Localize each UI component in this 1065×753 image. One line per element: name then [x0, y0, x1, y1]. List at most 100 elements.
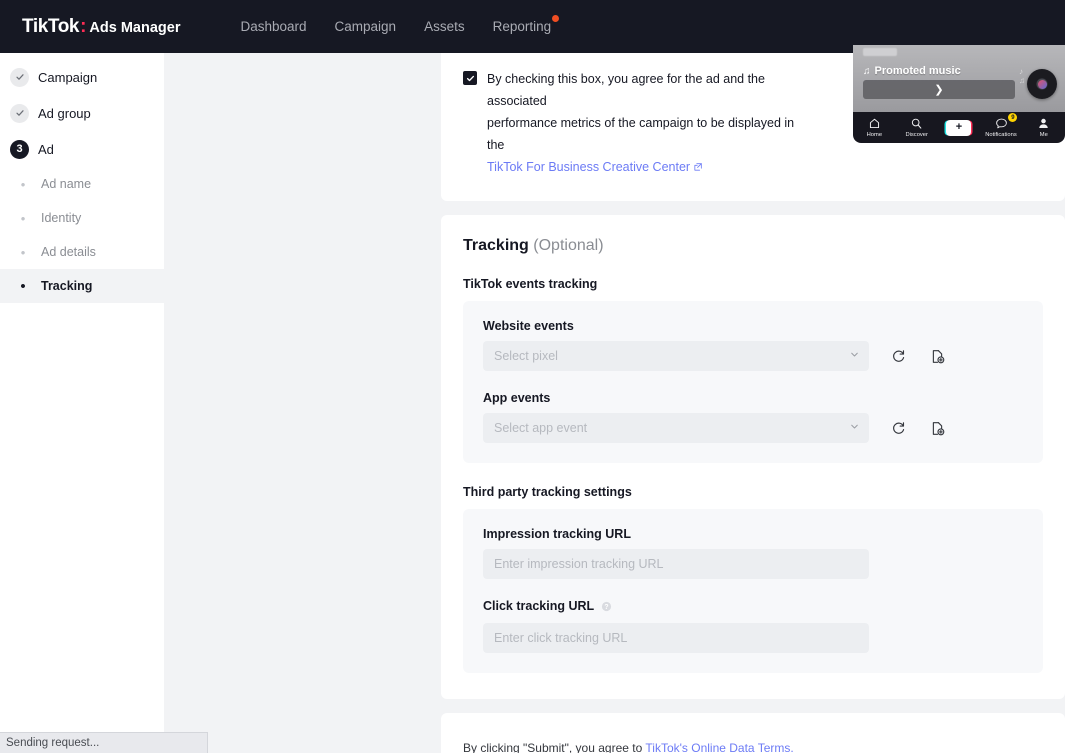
status-text: Sending request...: [6, 737, 99, 749]
nav-item-campaign[interactable]: Campaign: [321, 13, 411, 40]
pixel-select[interactable]: Select pixel: [483, 341, 869, 371]
nav-item-dashboard-label: Dashboard: [240, 19, 306, 34]
nav-item-assets[interactable]: Assets: [410, 13, 479, 40]
preview-tab-create[interactable]: +: [939, 120, 979, 136]
floating-notes-icon: ♪♫: [1019, 67, 1025, 85]
preview-tab-discover-label: Discover: [905, 132, 927, 138]
bullet-icon: •: [14, 178, 32, 191]
sidebar-item-ad-details-label: Ad details: [41, 245, 96, 259]
external-link-icon[interactable]: [693, 158, 703, 180]
sidebar-item-tracking[interactable]: • Tracking: [0, 269, 164, 303]
terms-card: By clicking "Submit", you agree to TikTo…: [441, 713, 1065, 753]
vinyl-record-icon: [1027, 69, 1057, 99]
music-note-icon: ♫: [863, 66, 871, 77]
sidebar-step-ad-label: Ad: [38, 142, 54, 157]
third-party-tracking-box: Impression tracking URL Click tracking U…: [463, 509, 1043, 673]
chevron-right-icon: ❯: [934, 83, 943, 96]
preview-video-area: ♫ Promoted music ❯ ♪♫: [853, 45, 1065, 112]
sidebar-step-campaign[interactable]: Campaign: [0, 59, 164, 95]
app-event-select-value: Select app event: [494, 421, 587, 435]
sidebar-item-identity[interactable]: • Identity: [0, 201, 164, 235]
preview-tab-me[interactable]: Me: [1024, 117, 1064, 138]
pixel-select-value: Select pixel: [494, 349, 558, 363]
bullet-icon: •: [14, 246, 32, 259]
chevron-down-icon: [849, 419, 860, 437]
bullet-icon: •: [14, 212, 32, 225]
sidebar-item-ad-details[interactable]: • Ad details: [0, 235, 164, 269]
creative-center-link[interactable]: TikTok For Business Creative Center: [487, 160, 690, 174]
tracking-card: Tracking (Optional) TikTok events tracki…: [441, 215, 1065, 699]
inbox-icon: [995, 117, 1008, 130]
form-column: By checking this box, you agree for the …: [441, 53, 1065, 753]
app-events-row: Select app event: [483, 413, 1023, 443]
nav-item-reporting[interactable]: Reporting: [479, 13, 566, 40]
third-party-tracking-label: Third party tracking settings: [463, 485, 1043, 499]
impression-tracking-url-input[interactable]: [483, 549, 869, 579]
app-event-select[interactable]: Select app event: [483, 413, 869, 443]
bullet-icon: •: [14, 279, 32, 294]
sidebar-step-ad-group-label: Ad group: [38, 106, 91, 121]
refresh-app-event-icon[interactable]: [888, 418, 908, 438]
help-icon[interactable]: ?: [601, 601, 612, 615]
preview-tab-home-label: Home: [866, 132, 881, 138]
notification-dot-icon: [552, 15, 559, 22]
sponsored-badge: [863, 48, 897, 56]
tiktok-events-box: Website events Select pixel: [463, 301, 1043, 463]
click-tracking-url-input[interactable]: [483, 623, 869, 653]
nav-links: Dashboard Campaign Assets Reporting: [226, 13, 565, 40]
nav-item-reporting-label: Reporting: [493, 19, 552, 34]
sidebar-step-ad-group[interactable]: Ad group: [0, 95, 164, 131]
brand-logo[interactable]: TikTok : Ads Manager: [22, 16, 180, 38]
brand-ads-manager-text: Ads Manager: [89, 20, 180, 36]
plus-icon[interactable]: +: [946, 120, 971, 136]
preview-tab-me-label: Me: [1040, 132, 1048, 138]
sidebar-item-tracking-label: Tracking: [41, 279, 92, 293]
tiktok-events-tracking-label: TikTok events tracking: [463, 277, 1043, 291]
preview-cta-button[interactable]: ❯: [863, 80, 1015, 99]
preview-tab-notifications-label: Notifications: [986, 132, 1017, 138]
ad-preview-panel: ♫ Promoted music ❯ ♪♫ Home: [853, 45, 1065, 143]
preview-tab-home[interactable]: Home: [854, 117, 894, 138]
step-number-badge: 3: [10, 140, 29, 159]
consent-text: By checking this box, you agree for the …: [487, 69, 797, 179]
check-icon: [10, 68, 29, 87]
sidebar-item-identity-label: Identity: [41, 211, 81, 225]
online-data-terms-link[interactable]: TikTok's Online Data Terms.: [645, 741, 793, 753]
app-events-label: App events: [483, 391, 1023, 405]
brand-tiktok-text: TikTok: [22, 16, 79, 38]
tiktok-ads-manager-page: TikTok : Ads Manager Dashboard Campaign …: [0, 0, 1065, 753]
home-icon: [868, 117, 881, 130]
website-events-label: Website events: [483, 319, 1023, 333]
tracking-optional-text: (Optional): [533, 237, 603, 254]
impression-url-row: [483, 549, 1023, 579]
chevron-down-icon: [849, 347, 860, 365]
tracking-section-title: Tracking (Optional): [463, 237, 1043, 255]
wizard-sidebar: Campaign Ad group 3 Ad • Ad name • Ident…: [0, 53, 164, 753]
sidebar-item-ad-name[interactable]: • Ad name: [0, 167, 164, 201]
impression-tracking-url-label: Impression tracking URL: [483, 527, 1023, 541]
website-events-row: Select pixel: [483, 341, 1023, 371]
preview-tab-discover[interactable]: Discover: [897, 117, 937, 138]
promoted-music-label: Promoted music: [875, 65, 961, 77]
preview-tab-bar: Home Discover + 9 Notifications: [853, 112, 1065, 143]
browser-status-bar: Sending request...: [0, 732, 208, 753]
sidebar-step-campaign-label: Campaign: [38, 70, 97, 85]
search-icon: [910, 117, 923, 130]
vinyl-center: [1038, 80, 1047, 89]
nav-item-assets-label: Assets: [424, 19, 465, 34]
terms-text: By clicking "Submit", you agree to TikTo…: [463, 741, 1043, 753]
click-url-row: [483, 623, 1023, 653]
refresh-pixel-icon[interactable]: [888, 346, 908, 366]
creative-center-checkbox[interactable]: [463, 71, 477, 85]
profile-icon: [1037, 117, 1050, 130]
nav-item-campaign-label: Campaign: [335, 19, 397, 34]
promoted-music-row: ♫ Promoted music: [863, 65, 961, 77]
create-app-event-icon[interactable]: [927, 418, 947, 438]
preview-tab-notifications[interactable]: 9 Notifications: [981, 117, 1021, 138]
svg-text:?: ?: [605, 604, 609, 611]
sidebar-item-ad-name-label: Ad name: [41, 177, 91, 191]
create-pixel-icon[interactable]: [927, 346, 947, 366]
nav-item-dashboard[interactable]: Dashboard: [226, 13, 320, 40]
sidebar-step-ad[interactable]: 3 Ad: [0, 131, 164, 167]
brand-colon: :: [80, 16, 86, 38]
